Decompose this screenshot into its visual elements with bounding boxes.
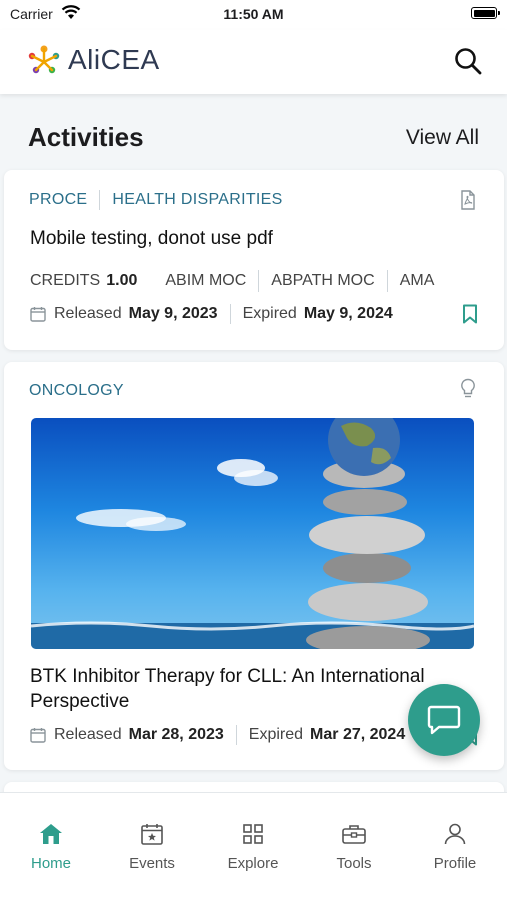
battery-icon xyxy=(471,7,500,19)
view-all-link[interactable]: View All xyxy=(406,126,479,150)
search-button[interactable] xyxy=(453,46,483,76)
card-title[interactable]: Mobile testing, donot use pdf xyxy=(30,226,273,251)
credits-row: CREDITS 1.00 ABIM MOC ABPATH MOC AMA xyxy=(30,270,434,292)
meta-divider xyxy=(258,270,260,292)
date-divider xyxy=(229,304,231,324)
chat-icon xyxy=(427,705,461,735)
status-time: 11:50 AM xyxy=(223,6,284,22)
grid-icon xyxy=(243,824,263,844)
tab-bar: Home Events Explore Tools Profile xyxy=(0,792,507,900)
status-bar: Carrier 11:50 AM xyxy=(0,0,507,30)
pdf-icon xyxy=(460,190,476,215)
card-title-line: Perspective xyxy=(30,691,130,712)
activity-image[interactable] xyxy=(31,418,474,649)
accreditation: ABPATH MOC xyxy=(271,272,375,289)
app-logo[interactable]: AliCEA xyxy=(26,44,160,76)
expired-label: Expired xyxy=(242,305,297,322)
calendar-star-icon xyxy=(141,824,163,845)
card-tags: ONCOLOGY xyxy=(29,382,124,400)
tab-label: Events xyxy=(129,855,175,872)
toolbox-icon xyxy=(342,825,366,844)
tab-profile[interactable]: Profile xyxy=(405,823,505,872)
date-divider xyxy=(235,725,237,745)
tab-label: Profile xyxy=(433,855,477,872)
activities-title: Activities xyxy=(28,122,144,152)
bookmark-icon[interactable] xyxy=(462,304,478,329)
activity-card[interactable]: PROCE HEALTH DISPARITIES Mobile testing,… xyxy=(4,170,504,350)
card-tags: PROCE HEALTH DISPARITIES xyxy=(29,190,283,210)
expired-date: Mar 27, 2024 xyxy=(310,726,406,743)
released-date: Mar 28, 2023 xyxy=(128,726,224,743)
tag[interactable]: PROCE xyxy=(29,191,87,209)
home-icon xyxy=(40,824,62,844)
date-row: Released May 9, 2023 Expired May 9, 2024 xyxy=(30,304,393,324)
tab-explore[interactable]: Explore xyxy=(203,823,303,872)
credits-label: CREDITS xyxy=(30,272,101,289)
card-title[interactable]: BTK Inhibitor Therapy for CLL: An Intern… xyxy=(30,664,425,714)
alicea-logo-icon xyxy=(28,45,60,74)
credits-value: 1.00 xyxy=(106,272,138,289)
tab-tools[interactable]: Tools xyxy=(304,823,404,872)
expired-date: May 9, 2024 xyxy=(303,305,393,322)
tag-divider xyxy=(99,190,101,210)
tab-label: Explore xyxy=(227,855,279,872)
released-label: Released xyxy=(54,726,122,743)
accreditation: ABIM MOC xyxy=(165,272,247,289)
lightbulb-icon xyxy=(460,378,476,405)
tab-label: Home xyxy=(30,855,71,872)
card-title-line: BTK Inhibitor Therapy for CLL: An Intern… xyxy=(30,666,425,687)
expired-label: Expired xyxy=(248,726,304,743)
tag[interactable]: HEALTH DISPARITIES xyxy=(112,191,282,209)
calendar-icon xyxy=(30,728,46,743)
tab-label: Tools xyxy=(336,855,372,872)
date-row: Released Mar 28, 2023 Expired Mar 27, 20… xyxy=(30,725,405,745)
activity-image-art xyxy=(31,418,474,649)
released-date: May 9, 2023 xyxy=(128,305,218,322)
tab-events[interactable]: Events xyxy=(102,823,202,872)
logo-text: AliCEA xyxy=(68,44,160,75)
search-icon xyxy=(455,48,482,75)
released-label: Released xyxy=(54,305,122,322)
accreditation: AMA xyxy=(399,272,435,289)
tab-home[interactable]: Home xyxy=(1,823,101,872)
calendar-icon xyxy=(30,307,46,322)
app-header: AliCEA xyxy=(0,30,507,94)
meta-divider xyxy=(386,270,388,292)
person-icon xyxy=(444,823,466,845)
chat-button[interactable] xyxy=(408,684,480,756)
tag[interactable]: ONCOLOGY xyxy=(29,382,124,400)
